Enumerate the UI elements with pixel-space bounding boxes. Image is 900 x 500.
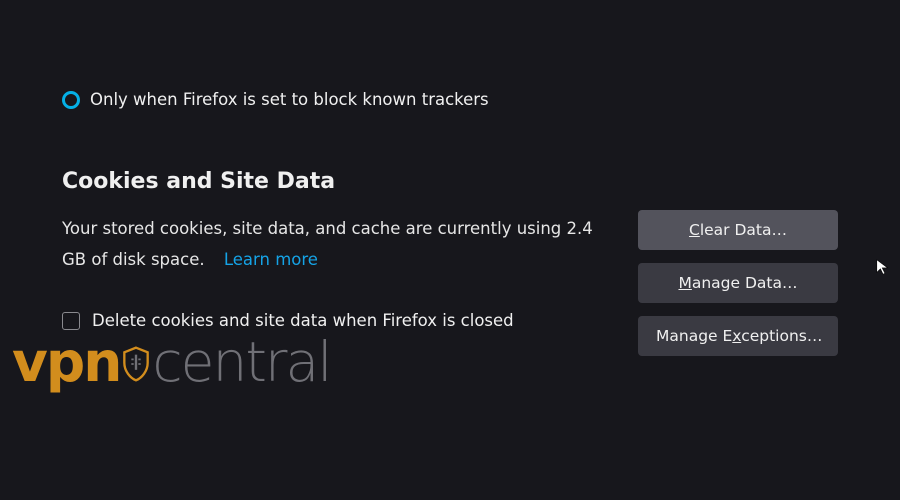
delete-on-close-label: Delete cookies and site data when Firefo… xyxy=(92,311,514,330)
delete-on-close-row[interactable]: Delete cookies and site data when Firefo… xyxy=(62,311,608,330)
learn-more-link[interactable]: Learn more xyxy=(224,250,318,269)
dnt-option-row[interactable]: Only when Firefox is set to block known … xyxy=(62,90,838,109)
cookies-desc-suffix: of disk space. xyxy=(86,250,205,269)
manage-data-button[interactable]: Manage Data… xyxy=(638,263,838,303)
privacy-settings-panel: Only when Firefox is set to block known … xyxy=(0,0,900,356)
manage-exceptions-button[interactable]: Manage Exceptions… xyxy=(638,316,838,356)
dnt-option-label: Only when Firefox is set to block known … xyxy=(90,90,489,109)
checkbox-unchecked-icon xyxy=(62,312,80,330)
radio-selected-icon xyxy=(62,91,80,109)
cookies-description: Your stored cookies, site data, and cach… xyxy=(62,214,608,275)
cookies-desc-prefix: Your stored cookies, site data, and cach… xyxy=(62,219,567,238)
cookies-section-heading: Cookies and Site Data xyxy=(62,169,838,194)
clear-data-button[interactable]: Clear Data… xyxy=(638,210,838,250)
